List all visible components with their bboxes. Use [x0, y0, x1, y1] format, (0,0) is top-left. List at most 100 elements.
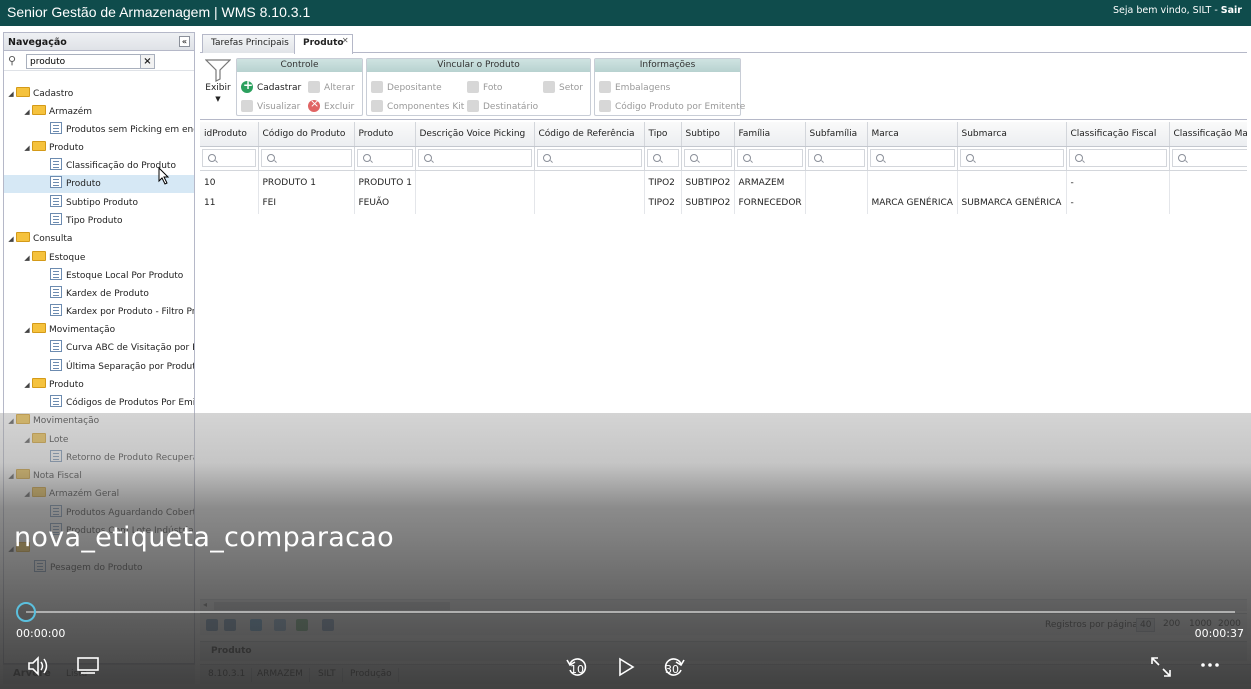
- column-header[interactable]: idProduto: [200, 122, 259, 147]
- column-filter-input[interactable]: [260, 149, 352, 167]
- rewind-icon[interactable]: 10: [565, 655, 589, 679]
- horizontal-scrollbar[interactable]: ◂: [200, 599, 1247, 611]
- tree-item[interactable]: Subtipo Produto: [4, 194, 194, 212]
- collapse-icon[interactable]: «: [179, 36, 190, 47]
- refresh-icon[interactable]: [250, 619, 262, 631]
- expand-arrow-icon[interactable]: ◢: [6, 412, 16, 430]
- column-header[interactable]: Tipo: [644, 122, 682, 147]
- tab-produto[interactable]: Produto ✕: [294, 34, 353, 54]
- tree-item[interactable]: ◢ Armazém Geral: [4, 485, 194, 503]
- tree-item[interactable]: Retorno de Produto Recuperado: [4, 449, 194, 467]
- embalagens-button[interactable]: Embalagens: [599, 81, 670, 93]
- forward-icon[interactable]: 30: [662, 655, 686, 679]
- tree-item[interactable]: ◢ Movimentação: [4, 321, 194, 339]
- column-header[interactable]: Subfamília: [805, 122, 868, 147]
- tree-item[interactable]: ◢ Nota Fiscal: [4, 467, 194, 485]
- captions-icon[interactable]: [77, 656, 99, 679]
- per-page-option-200[interactable]: 200: [1160, 618, 1183, 630]
- column-header[interactable]: Família: [734, 122, 806, 147]
- table-row[interactable]: 11 FEI FEUÃO TIPO2 SUBTIPO2 FORNECEDOR MARCA G…: [200, 192, 1247, 214]
- expand-arrow-icon[interactable]: ◢: [6, 85, 16, 103]
- tree-item[interactable]: ◢ Armazém: [4, 103, 194, 121]
- column-header[interactable]: Código de Referência: [534, 122, 645, 147]
- column-filter-input[interactable]: [683, 149, 732, 167]
- column-header[interactable]: Classificação Fiscal: [1066, 122, 1170, 147]
- tree-item[interactable]: ◢ Lote: [4, 431, 194, 449]
- next-slide-icon[interactable]: [1222, 298, 1242, 338]
- expand-arrow-icon[interactable]: ◢: [22, 103, 32, 121]
- tree-item[interactable]: ◢ Consulta: [4, 230, 194, 248]
- column-header[interactable]: Descrição Voice Picking: [415, 122, 535, 147]
- tree-item[interactable]: Produtos Aguardando Cobertura: [4, 504, 194, 522]
- clear-search-icon[interactable]: ×: [140, 54, 155, 69]
- expand-arrow-icon[interactable]: ◢: [22, 249, 32, 267]
- tree-item[interactable]: ◢ Movimentação: [4, 412, 194, 430]
- column-filter-input[interactable]: [356, 149, 413, 167]
- tree-item[interactable]: Tipo Produto: [4, 212, 194, 230]
- column-filter-input[interactable]: [646, 149, 679, 167]
- column-header[interactable]: Submarca: [957, 122, 1067, 147]
- componentes-kit-button[interactable]: Componentes Kit: [371, 100, 464, 112]
- column-header[interactable]: Classificação Material: [1169, 122, 1247, 147]
- scroll-left-icon[interactable]: ◂: [203, 600, 207, 609]
- column-filter-input[interactable]: [959, 149, 1064, 167]
- previous-slide-icon[interactable]: [6, 298, 26, 338]
- tree-item[interactable]: Kardex de Produto: [4, 285, 194, 303]
- column-header[interactable]: Subtipo: [681, 122, 735, 147]
- column-filter-input[interactable]: [807, 149, 865, 167]
- progress-track[interactable]: [26, 611, 1235, 613]
- expand-arrow-icon[interactable]: ◢: [22, 431, 32, 449]
- column-filter-input[interactable]: [1068, 149, 1167, 167]
- column-filter-input[interactable]: [417, 149, 532, 167]
- expand-arrow-icon[interactable]: ◢: [22, 376, 32, 394]
- expand-arrow-icon[interactable]: ◢: [6, 467, 16, 485]
- tree-item[interactable]: ◢ Cadastro: [4, 85, 194, 103]
- navigation-search-input[interactable]: [26, 54, 155, 69]
- close-tab-icon[interactable]: ✕: [342, 36, 349, 45]
- tree-item[interactable]: Curva ABC de Visitação por Produto: [4, 339, 194, 357]
- codigo-produto-emitente-button[interactable]: Código Produto por Emitente: [599, 100, 745, 112]
- fullscreen-icon[interactable]: [1150, 656, 1172, 681]
- print-icon[interactable]: [322, 619, 334, 631]
- column-header[interactable]: Produto: [354, 122, 416, 147]
- setor-button[interactable]: Setor: [543, 81, 583, 93]
- column-filter-input[interactable]: [869, 149, 955, 167]
- column-filter-input[interactable]: [202, 149, 256, 167]
- column-header[interactable]: Código do Produto: [258, 122, 355, 147]
- tree-item[interactable]: Estoque Local Por Produto: [4, 267, 194, 285]
- per-page-option-40[interactable]: 40: [1136, 618, 1156, 632]
- excluir-button[interactable]: Excluir: [308, 97, 354, 112]
- column-header[interactable]: Marca: [867, 122, 958, 147]
- search-icon[interactable]: [274, 619, 286, 631]
- tree-item[interactable]: ◢ Estoque: [4, 249, 194, 267]
- table-row[interactable]: 10 PRODUTO 1 PRODUTO 1 TIPO2 SUBTIPO2 ARMAZEM…: [200, 170, 1247, 192]
- tab-tarefas-principais[interactable]: Tarefas Principais: [202, 34, 298, 53]
- tree-item[interactable]: Kardex por Produto - Filtro Produto: [4, 303, 194, 321]
- prev-page-icon[interactable]: [206, 619, 218, 631]
- column-filter-input[interactable]: [1171, 149, 1247, 167]
- view-button[interactable]: Exibir ▼: [204, 58, 232, 103]
- cadastrar-button[interactable]: Cadastrar: [241, 78, 301, 93]
- tree-item[interactable]: ◢ Produto: [4, 376, 194, 394]
- scroll-thumb[interactable]: [214, 602, 450, 610]
- progress-knob[interactable]: [16, 602, 36, 622]
- tree-item[interactable]: ◢ Produto: [4, 139, 194, 157]
- column-filter-input[interactable]: [736, 149, 803, 167]
- tree-item[interactable]: Última Separação por Produto: [4, 358, 194, 376]
- column-filter-input[interactable]: [536, 149, 642, 167]
- alterar-button[interactable]: Alterar: [308, 81, 355, 93]
- bottom-tab-produto[interactable]: Produto: [206, 645, 257, 657]
- export-icon[interactable]: [296, 619, 308, 631]
- volume-icon[interactable]: [27, 655, 51, 680]
- next-page-icon[interactable]: [224, 619, 236, 631]
- tree-item[interactable]: Produtos sem Picking em endereço: [4, 121, 194, 139]
- destinatario-button[interactable]: Destinatário: [467, 100, 538, 112]
- foto-button[interactable]: Foto: [467, 81, 502, 93]
- more-options-icon[interactable]: [1199, 658, 1221, 675]
- expand-arrow-icon[interactable]: ◢: [22, 139, 32, 157]
- tree-item[interactable]: Códigos de Produtos Por Emitente: [4, 394, 194, 412]
- expand-arrow-icon[interactable]: ◢: [6, 230, 16, 248]
- visualizar-button[interactable]: Visualizar: [241, 100, 300, 112]
- play-icon[interactable]: [617, 657, 635, 680]
- expand-arrow-icon[interactable]: ◢: [22, 485, 32, 503]
